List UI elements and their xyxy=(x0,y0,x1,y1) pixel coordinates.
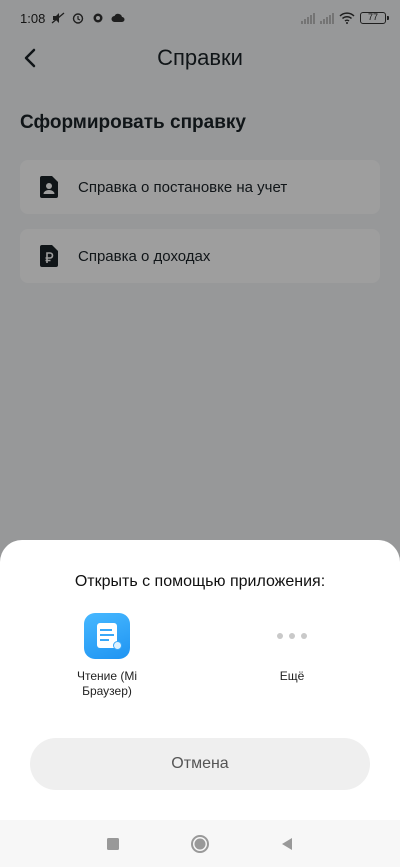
home-icon xyxy=(190,834,209,853)
recents-icon xyxy=(107,837,120,850)
sheet-title: Открыть с помощью приложения: xyxy=(74,573,326,590)
app-option-label: Ещё xyxy=(279,669,305,683)
recents-button[interactable] xyxy=(101,832,125,856)
home-button[interactable] xyxy=(188,832,212,856)
back-triangle-icon xyxy=(281,837,292,850)
app-option-label: Чтение (Mi Браузер) xyxy=(76,669,138,698)
cancel-button[interactable]: Отмена xyxy=(30,738,370,790)
app-option-mi-reader[interactable]: Чтение (Mi Браузер) xyxy=(62,613,152,699)
mi-reader-icon xyxy=(84,613,130,659)
open-with-sheet: Открыть с помощью приложения: Чтение (Mi… xyxy=(0,540,400,820)
system-back-button[interactable] xyxy=(275,832,299,856)
app-option-more[interactable]: Ещё xyxy=(247,613,337,684)
more-dots-icon xyxy=(269,613,315,659)
system-navigation-bar xyxy=(0,820,400,867)
